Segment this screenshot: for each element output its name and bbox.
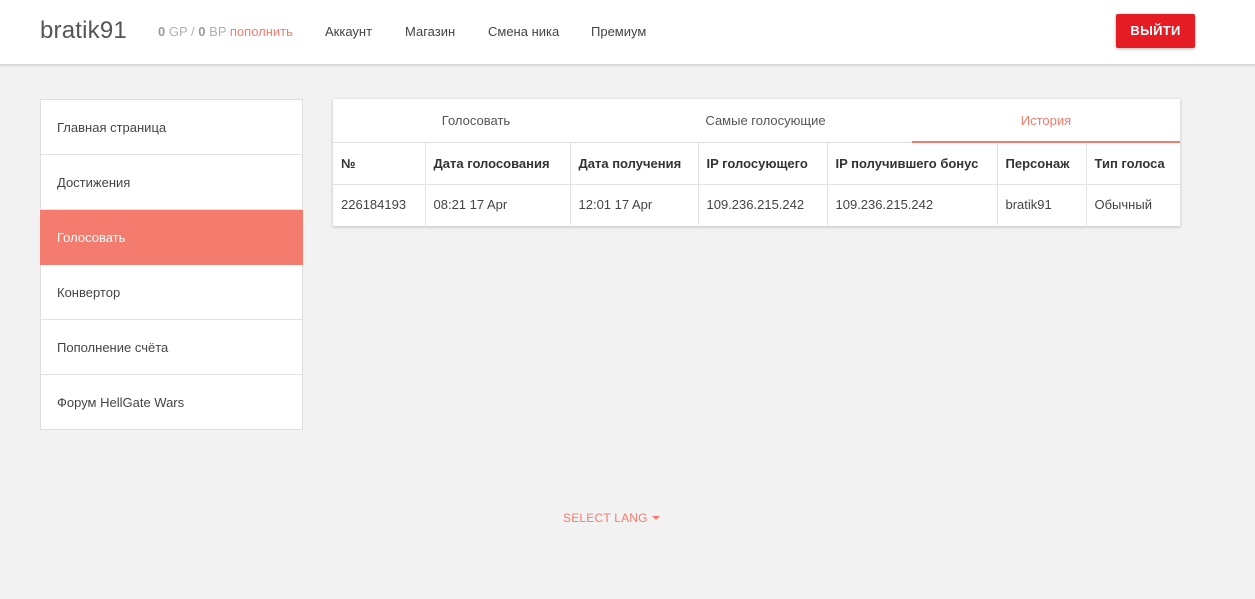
gp-unit: GP (168, 24, 188, 39)
cell-vote-date: 08:21 17 Apr (425, 184, 571, 225)
column-header-voter-ip: IP голосующего (698, 143, 828, 185)
cell-bonus-ip: 109.236.215.242 (827, 184, 998, 225)
cell-character: bratik91 (997, 184, 1087, 225)
sidebar-item-converter[interactable]: Конвертор (41, 265, 302, 320)
column-header-receive-date: Дата получения (570, 143, 699, 185)
cell-vote-type: Обычный (1094, 197, 1152, 213)
vote-history-table: № Дата голосования Дата получения IP гол… (333, 143, 1180, 225)
logout-button[interactable]: ВЫЙТИ (1116, 14, 1195, 48)
sidebar-item-topup[interactable]: Пополнение счёта (41, 320, 302, 375)
table-header-row: № Дата голосования Дата получения IP гол… (333, 143, 1180, 185)
column-header-number: № (333, 143, 426, 185)
nav-change-nick[interactable]: Смена ника (488, 24, 559, 39)
tab-vote[interactable]: Голосовать (333, 99, 619, 143)
language-selector-label: SELECT LANG (563, 511, 648, 525)
cell-number: 226184193 (333, 184, 426, 225)
table-row: 226184193 08:21 17 Apr 12:01 17 Apr 109.… (333, 184, 1180, 225)
vote-panel: Голосовать Самые голосующие История № Да… (333, 99, 1180, 226)
sidebar-item-home[interactable]: Главная страница (41, 100, 302, 155)
tab-history[interactable]: История (912, 99, 1180, 143)
vote-tabs: Голосовать Самые голосующие История (333, 99, 1180, 143)
nav-premium[interactable]: Премиум (591, 24, 646, 39)
top-navbar: bratik91 0 GP / 0 BP пополнить Аккаунт М… (0, 0, 1255, 65)
sidebar-item-vote[interactable]: Голосовать (40, 210, 303, 265)
topup-link[interactable]: пополнить (230, 24, 293, 39)
sidebar-menu: Главная страница Достижения Голосовать К… (40, 99, 303, 430)
tab-top-voters[interactable]: Самые голосующие (619, 99, 912, 143)
language-selector[interactable]: SELECT LANG (563, 511, 660, 525)
sidebar-item-forum[interactable]: Форум HellGate Wars (41, 375, 302, 430)
balance-separator: / (191, 24, 195, 39)
column-header-vote-type: Тип голоса (1086, 143, 1180, 185)
username-brand[interactable]: bratik91 (40, 17, 127, 45)
nav-shop[interactable]: Магазин (405, 24, 455, 39)
caret-down-icon (651, 515, 660, 520)
bp-value: 0 (198, 24, 206, 39)
sidebar-item-achievements[interactable]: Достижения (41, 155, 302, 210)
column-header-bonus-ip: IP получившего бонус (827, 143, 998, 185)
balance-display: 0 GP / 0 BP пополнить (158, 24, 293, 39)
cell-voter-ip: 109.236.215.242 (698, 184, 828, 225)
column-header-vote-date: Дата голосования (425, 143, 571, 185)
cell-receive-date: 12:01 17 Apr (570, 184, 699, 225)
nav-account[interactable]: Аккаунт (325, 24, 372, 39)
gp-value: 0 (158, 24, 166, 39)
column-header-character: Персонаж (997, 143, 1087, 185)
bp-unit: BP (209, 24, 227, 39)
